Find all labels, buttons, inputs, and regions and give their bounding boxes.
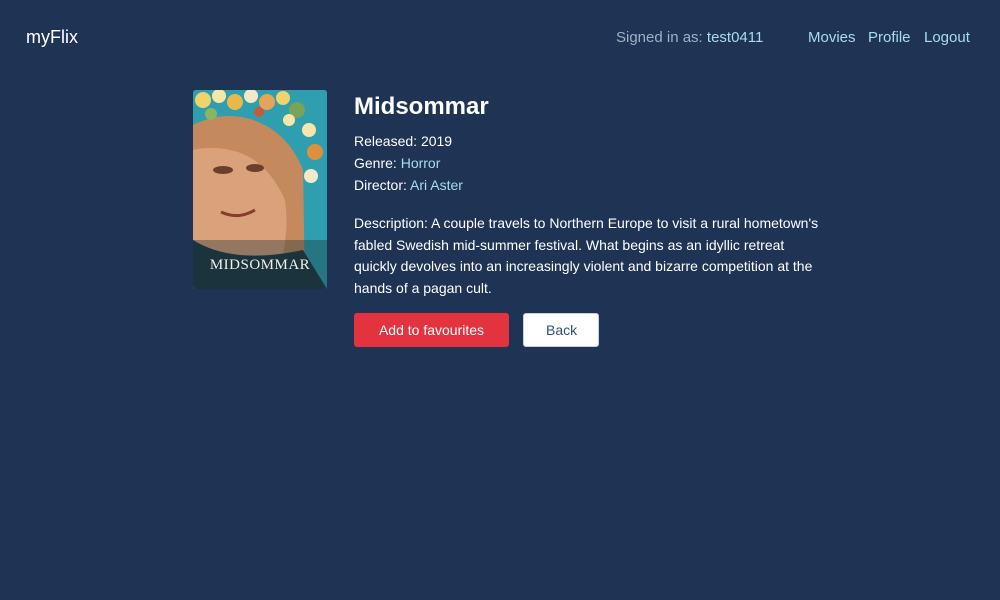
poster-title: MIDSOMMAR: [209, 257, 311, 273]
genre-label: Genre:: [354, 155, 397, 171]
genre-row: Genre: Horror: [354, 152, 824, 174]
released-row: Released: 2019: [354, 130, 824, 152]
released-label: Released:: [354, 133, 418, 149]
description-label: Description:: [354, 215, 428, 231]
brand-link[interactable]: myFlix: [26, 27, 78, 48]
nav-link-movies[interactable]: Movies: [808, 29, 856, 46]
movie-title: Midsommar: [354, 93, 489, 120]
director-label: Director:: [354, 177, 407, 193]
add-to-favourites-button[interactable]: Add to favourites: [354, 313, 509, 347]
genre-link[interactable]: Horror: [401, 155, 441, 171]
action-buttons: Add to favourites Back: [354, 313, 824, 347]
username-link[interactable]: test0411: [707, 29, 763, 46]
director-link[interactable]: Ari Aster: [410, 177, 463, 193]
signed-in-status: Signed in as: test0411: [616, 29, 763, 46]
navbar: myFlix Signed in as: test0411 Movies Pro…: [0, 0, 1000, 76]
back-button[interactable]: Back: [523, 313, 599, 347]
director-row: Director: Ari Aster: [354, 174, 824, 196]
nav-link-profile[interactable]: Profile: [868, 29, 911, 46]
description: Description: A couple travels to Norther…: [354, 213, 824, 299]
movie-poster: MIDSOMMAR: [193, 90, 327, 289]
nav-link-logout[interactable]: Logout: [924, 29, 970, 46]
released-value: 2019: [420, 133, 453, 149]
signed-in-label: Signed in as:: [616, 29, 703, 46]
movie-details: Midsommar Released: 2019 Genre: Horror D…: [354, 90, 824, 347]
